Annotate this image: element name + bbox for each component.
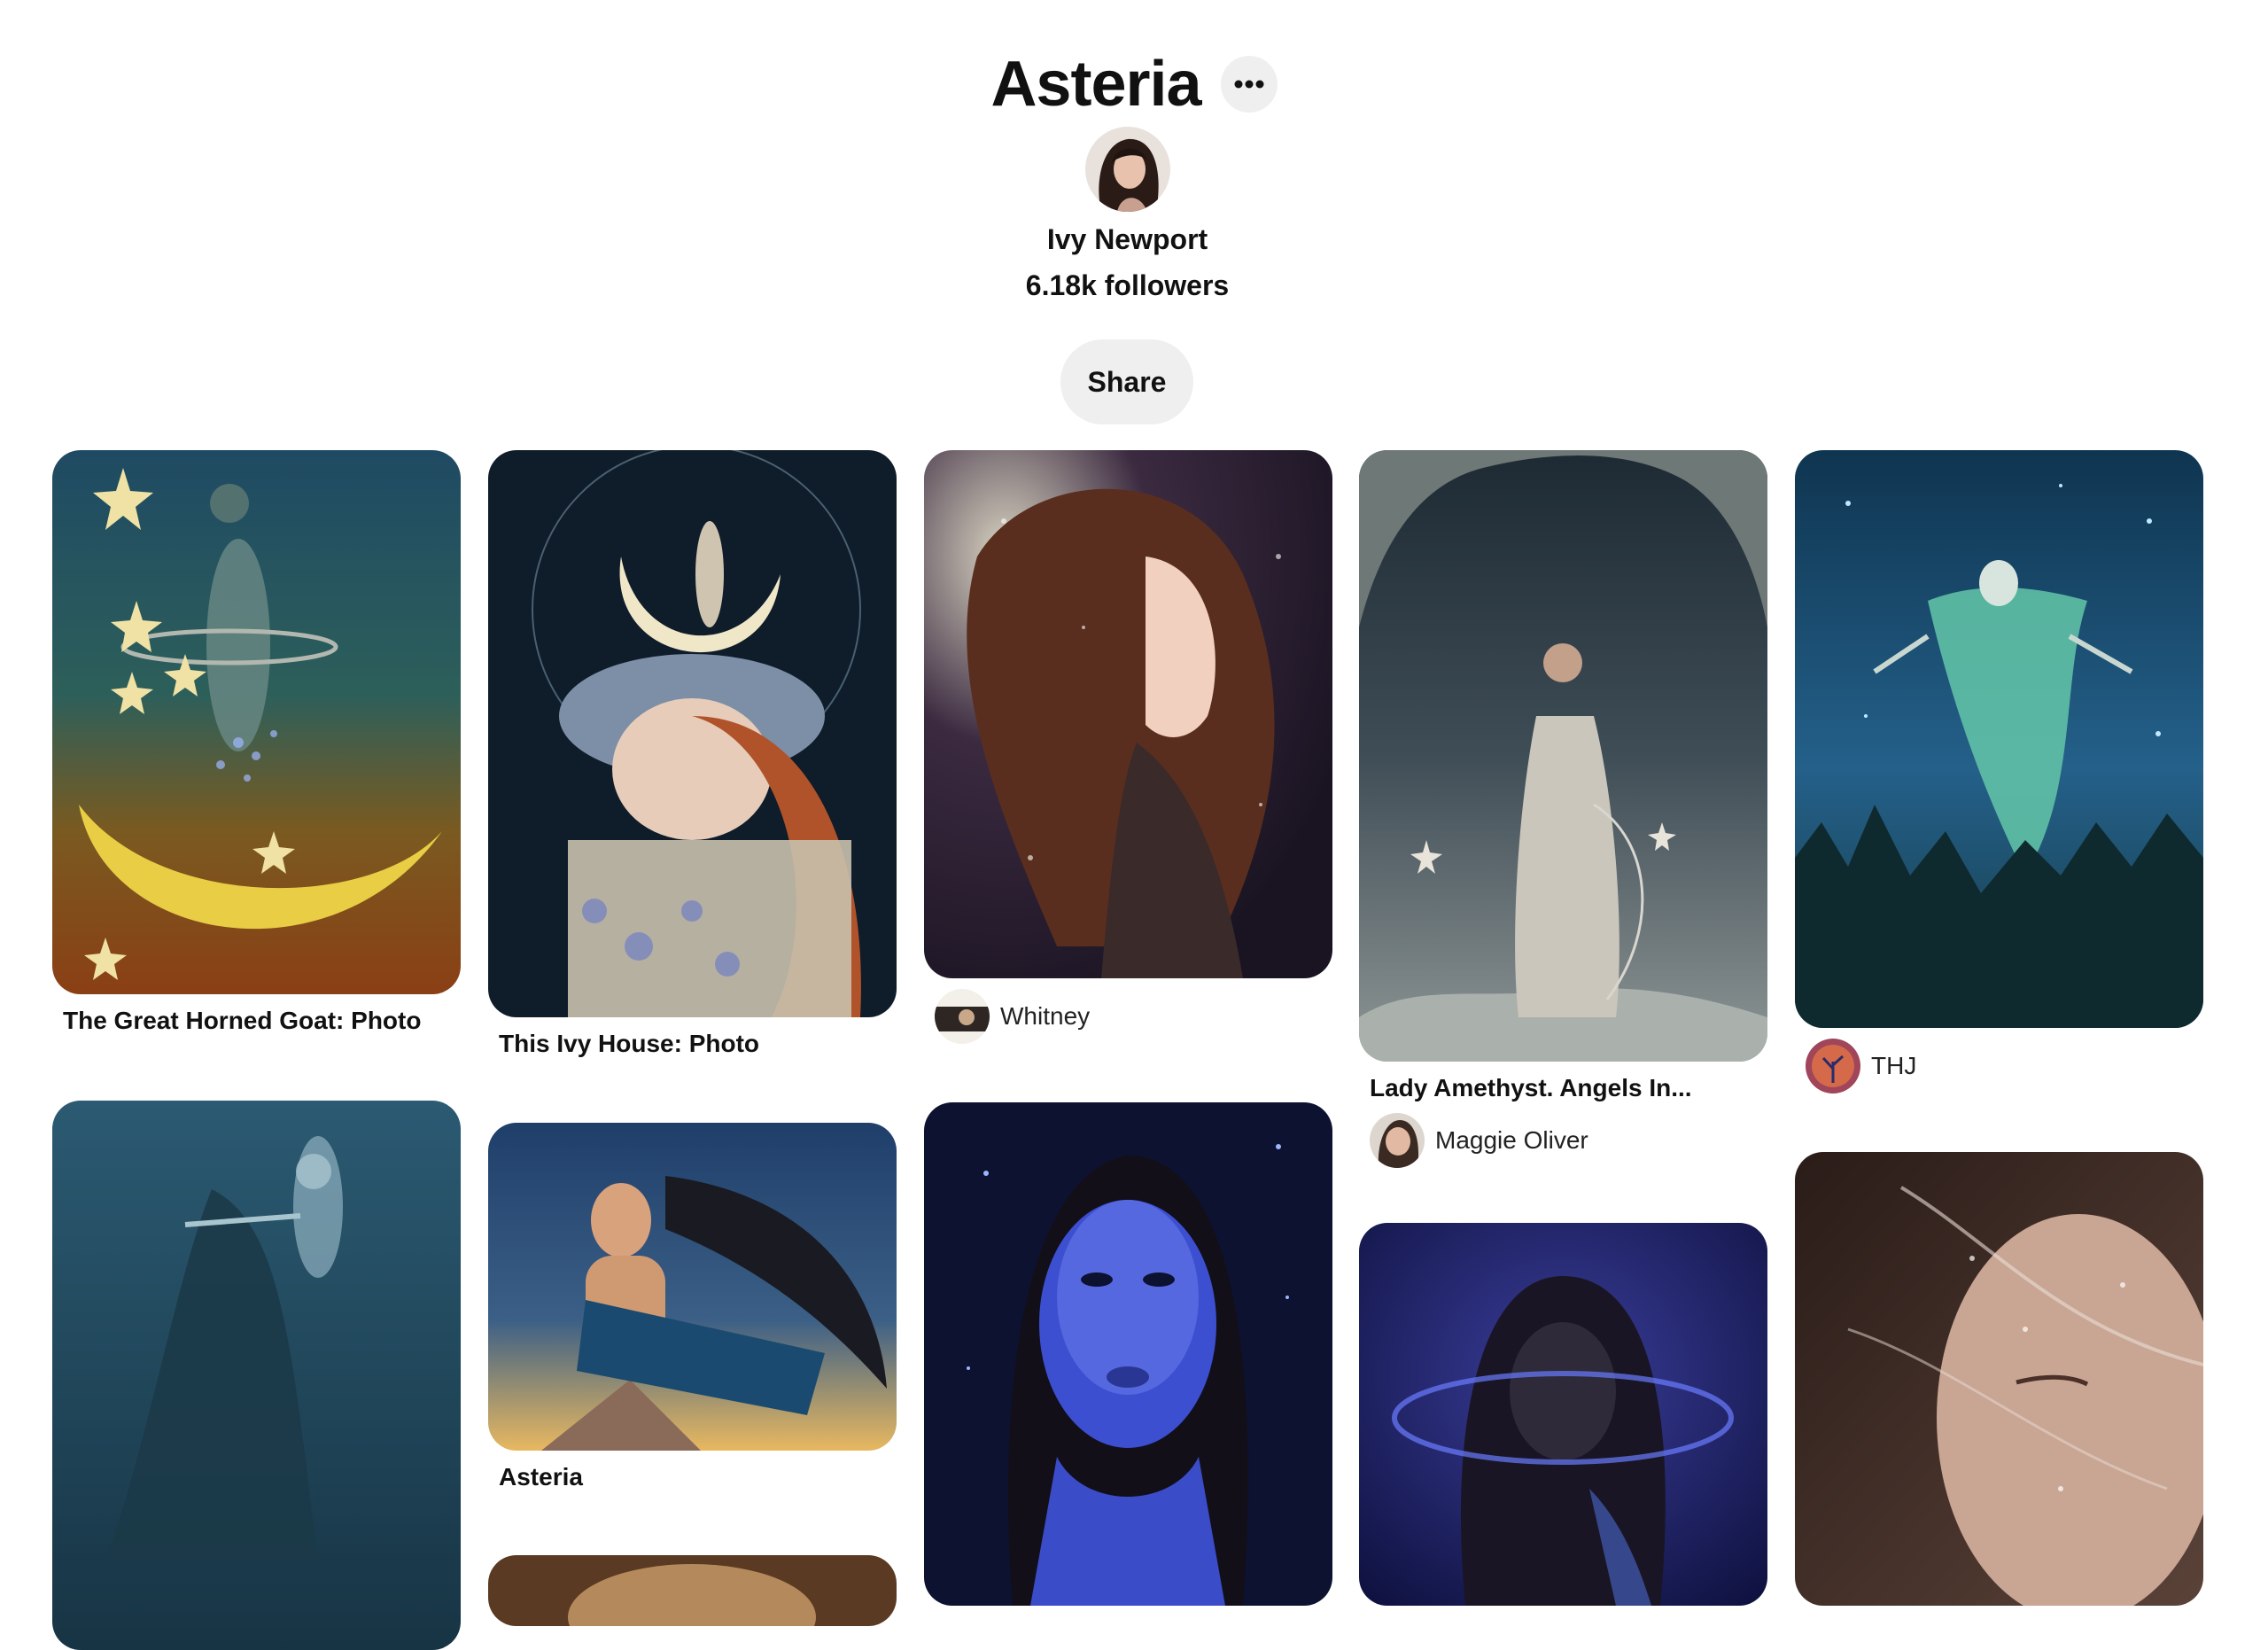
pin-image[interactable] <box>488 1123 897 1451</box>
pin-image[interactable] <box>1359 1223 1767 1606</box>
pin-author[interactable]: Maggie Oliver <box>1359 1113 1767 1168</box>
pin-card[interactable] <box>924 1102 1332 1606</box>
pin-author[interactable]: THJ <box>1795 1039 2203 1094</box>
board-title: Asteria <box>990 49 1201 120</box>
pin-title[interactable]: This Ivy House: Photo <box>488 1030 897 1058</box>
board-header: Asteria Ivy Newport 6.18k followers Shar… <box>0 0 2268 434</box>
pin-author[interactable]: Whitney <box>924 989 1332 1044</box>
more-options-button[interactable] <box>1220 56 1278 113</box>
followers-count[interactable]: 6.18k followers <box>0 269 2255 302</box>
pin-image[interactable] <box>52 1101 461 1650</box>
author-avatar[interactable] <box>1370 1113 1425 1168</box>
pin-card[interactable]: Lady Amethyst. Angels In... Maggie Olive… <box>1359 450 1767 1168</box>
pin-image[interactable] <box>924 1102 1332 1606</box>
pin-card[interactable]: This Ivy House: Photo <box>488 450 897 1058</box>
owner-name[interactable]: Ivy Newport <box>0 223 2255 256</box>
pin-card[interactable] <box>1359 1223 1767 1606</box>
pin-card[interactable] <box>1795 1152 2203 1606</box>
title-row: Asteria <box>0 35 2268 133</box>
author-avatar[interactable] <box>1806 1039 1860 1094</box>
owner-avatar[interactable] <box>1085 127 1170 212</box>
pin-image[interactable] <box>1795 450 2203 1028</box>
pin-title[interactable]: Asteria <box>488 1463 897 1491</box>
ellipsis-icon <box>1234 80 1264 89</box>
pin-image[interactable] <box>924 450 1332 978</box>
author-name[interactable]: Maggie Oliver <box>1435 1126 1588 1155</box>
pin-image[interactable] <box>488 450 897 1017</box>
share-button[interactable]: Share <box>1060 339 1193 424</box>
pin-card[interactable]: The Great Horned Goat: Photo <box>52 450 461 1035</box>
pin-image[interactable] <box>1795 1152 2203 1606</box>
pin-title[interactable]: Lady Amethyst. Angels In... <box>1359 1074 1767 1102</box>
pin-card[interactable] <box>488 1555 897 1626</box>
pin-card[interactable]: Whitney <box>924 450 1332 1044</box>
pin-card[interactable] <box>52 1101 461 1650</box>
author-name[interactable]: Whitney <box>1000 1002 1090 1031</box>
author-name[interactable]: THJ <box>1871 1052 1916 1080</box>
pin-card[interactable]: Asteria <box>488 1123 897 1491</box>
author-avatar[interactable] <box>935 989 990 1044</box>
pin-image[interactable] <box>488 1555 897 1626</box>
pin-title[interactable]: The Great Horned Goat: Photo <box>52 1007 461 1035</box>
pin-image[interactable] <box>52 450 461 994</box>
pin-image[interactable] <box>1359 450 1767 1062</box>
pin-card[interactable]: THJ <box>1795 450 2203 1094</box>
